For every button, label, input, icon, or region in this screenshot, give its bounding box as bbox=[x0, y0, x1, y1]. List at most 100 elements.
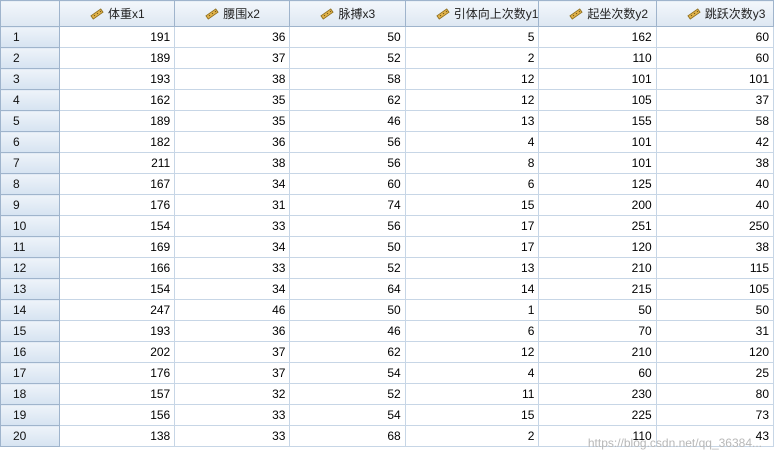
table-cell[interactable]: 35 bbox=[174, 89, 291, 111]
table-cell[interactable]: 12 bbox=[404, 89, 540, 111]
table-cell[interactable]: 157 bbox=[58, 383, 176, 405]
table-cell[interactable]: 154 bbox=[58, 215, 176, 237]
table-cell[interactable]: 58 bbox=[289, 68, 406, 90]
row-header[interactable]: 16 bbox=[0, 341, 60, 363]
table-cell[interactable]: 60 bbox=[655, 47, 774, 69]
table-cell[interactable]: 37 bbox=[174, 362, 291, 384]
table-cell[interactable]: 230 bbox=[538, 383, 657, 405]
table-cell[interactable]: 138 bbox=[58, 425, 176, 447]
table-cell[interactable]: 37 bbox=[174, 47, 291, 69]
row-header[interactable]: 2 bbox=[0, 47, 60, 69]
table-cell[interactable]: 115 bbox=[655, 257, 774, 279]
column-header[interactable]: 跳跃次数y3 bbox=[655, 0, 774, 27]
row-header[interactable]: 14 bbox=[0, 299, 60, 321]
table-cell[interactable]: 13 bbox=[404, 110, 540, 132]
table-cell[interactable]: 17 bbox=[404, 236, 540, 258]
table-cell[interactable]: 210 bbox=[538, 257, 657, 279]
table-cell[interactable]: 5 bbox=[404, 26, 540, 48]
table-cell[interactable]: 156 bbox=[58, 404, 176, 426]
table-cell[interactable]: 33 bbox=[174, 425, 291, 447]
table-cell[interactable]: 200 bbox=[538, 194, 657, 216]
table-cell[interactable]: 37 bbox=[655, 89, 774, 111]
table-cell[interactable]: 52 bbox=[289, 47, 406, 69]
table-cell[interactable]: 46 bbox=[289, 110, 406, 132]
table-cell[interactable]: 247 bbox=[58, 299, 176, 321]
table-cell[interactable]: 33 bbox=[174, 215, 291, 237]
table-cell[interactable]: 17 bbox=[404, 215, 540, 237]
column-header[interactable]: 起坐次数y2 bbox=[538, 0, 657, 27]
column-header[interactable]: 体重x1 bbox=[58, 0, 176, 27]
table-cell[interactable]: 101 bbox=[538, 152, 657, 174]
table-cell[interactable]: 38 bbox=[174, 152, 291, 174]
table-cell[interactable]: 2 bbox=[404, 47, 540, 69]
table-cell[interactable]: 60 bbox=[538, 362, 657, 384]
table-cell[interactable]: 6 bbox=[404, 173, 540, 195]
table-cell[interactable]: 38 bbox=[655, 152, 774, 174]
table-cell[interactable]: 11 bbox=[404, 383, 540, 405]
table-cell[interactable]: 105 bbox=[538, 89, 657, 111]
table-cell[interactable]: 155 bbox=[538, 110, 657, 132]
table-cell[interactable]: 36 bbox=[174, 26, 291, 48]
table-cell[interactable]: 14 bbox=[404, 278, 540, 300]
row-header[interactable]: 20 bbox=[0, 425, 60, 447]
table-cell[interactable]: 68 bbox=[289, 425, 406, 447]
table-cell[interactable]: 80 bbox=[655, 383, 774, 405]
row-header[interactable]: 6 bbox=[0, 131, 60, 153]
table-cell[interactable]: 33 bbox=[174, 404, 291, 426]
table-cell[interactable]: 176 bbox=[58, 362, 176, 384]
table-cell[interactable]: 169 bbox=[58, 236, 176, 258]
table-cell[interactable]: 120 bbox=[538, 236, 657, 258]
table-cell[interactable]: 31 bbox=[174, 194, 291, 216]
table-cell[interactable]: 50 bbox=[289, 26, 406, 48]
table-cell[interactable]: 210 bbox=[538, 341, 657, 363]
table-cell[interactable]: 31 bbox=[655, 320, 774, 342]
column-header[interactable]: 引体向上次数y1 bbox=[404, 0, 540, 27]
table-cell[interactable]: 15 bbox=[404, 404, 540, 426]
table-cell[interactable]: 250 bbox=[655, 215, 774, 237]
row-header[interactable]: 12 bbox=[0, 257, 60, 279]
table-cell[interactable]: 2 bbox=[404, 425, 540, 447]
table-cell[interactable]: 110 bbox=[538, 47, 657, 69]
table-cell[interactable]: 58 bbox=[655, 110, 774, 132]
table-cell[interactable]: 36 bbox=[174, 131, 291, 153]
table-cell[interactable]: 12 bbox=[404, 341, 540, 363]
table-cell[interactable]: 34 bbox=[174, 278, 291, 300]
table-cell[interactable]: 37 bbox=[174, 341, 291, 363]
table-cell[interactable]: 120 bbox=[655, 341, 774, 363]
table-cell[interactable]: 64 bbox=[289, 278, 406, 300]
row-header[interactable]: 11 bbox=[0, 236, 60, 258]
table-cell[interactable]: 176 bbox=[58, 194, 176, 216]
table-cell[interactable]: 62 bbox=[289, 89, 406, 111]
row-header[interactable]: 8 bbox=[0, 173, 60, 195]
table-cell[interactable]: 105 bbox=[655, 278, 774, 300]
table-cell[interactable]: 52 bbox=[289, 383, 406, 405]
table-cell[interactable]: 74 bbox=[289, 194, 406, 216]
row-header[interactable]: 1 bbox=[0, 26, 60, 48]
table-cell[interactable]: 52 bbox=[289, 257, 406, 279]
table-cell[interactable]: 50 bbox=[289, 236, 406, 258]
row-header[interactable]: 7 bbox=[0, 152, 60, 174]
table-cell[interactable]: 15 bbox=[404, 194, 540, 216]
table-cell[interactable]: 56 bbox=[289, 131, 406, 153]
table-cell[interactable]: 40 bbox=[655, 173, 774, 195]
table-cell[interactable]: 193 bbox=[58, 68, 176, 90]
table-cell[interactable]: 202 bbox=[58, 341, 176, 363]
row-header[interactable]: 15 bbox=[0, 320, 60, 342]
table-cell[interactable]: 125 bbox=[538, 173, 657, 195]
table-cell[interactable]: 211 bbox=[58, 152, 176, 174]
table-cell[interactable]: 34 bbox=[174, 173, 291, 195]
table-cell[interactable]: 38 bbox=[655, 236, 774, 258]
table-cell[interactable]: 101 bbox=[655, 68, 774, 90]
row-header[interactable]: 9 bbox=[0, 194, 60, 216]
column-header[interactable]: 脉搏x3 bbox=[289, 0, 406, 27]
table-cell[interactable]: 50 bbox=[655, 299, 774, 321]
table-cell[interactable]: 13 bbox=[404, 257, 540, 279]
table-cell[interactable]: 46 bbox=[174, 299, 291, 321]
row-header[interactable]: 5 bbox=[0, 110, 60, 132]
table-cell[interactable]: 4 bbox=[404, 362, 540, 384]
table-cell[interactable]: 162 bbox=[58, 89, 176, 111]
table-cell[interactable]: 60 bbox=[289, 173, 406, 195]
table-cell[interactable]: 182 bbox=[58, 131, 176, 153]
table-cell[interactable]: 162 bbox=[538, 26, 657, 48]
table-cell[interactable]: 215 bbox=[538, 278, 657, 300]
